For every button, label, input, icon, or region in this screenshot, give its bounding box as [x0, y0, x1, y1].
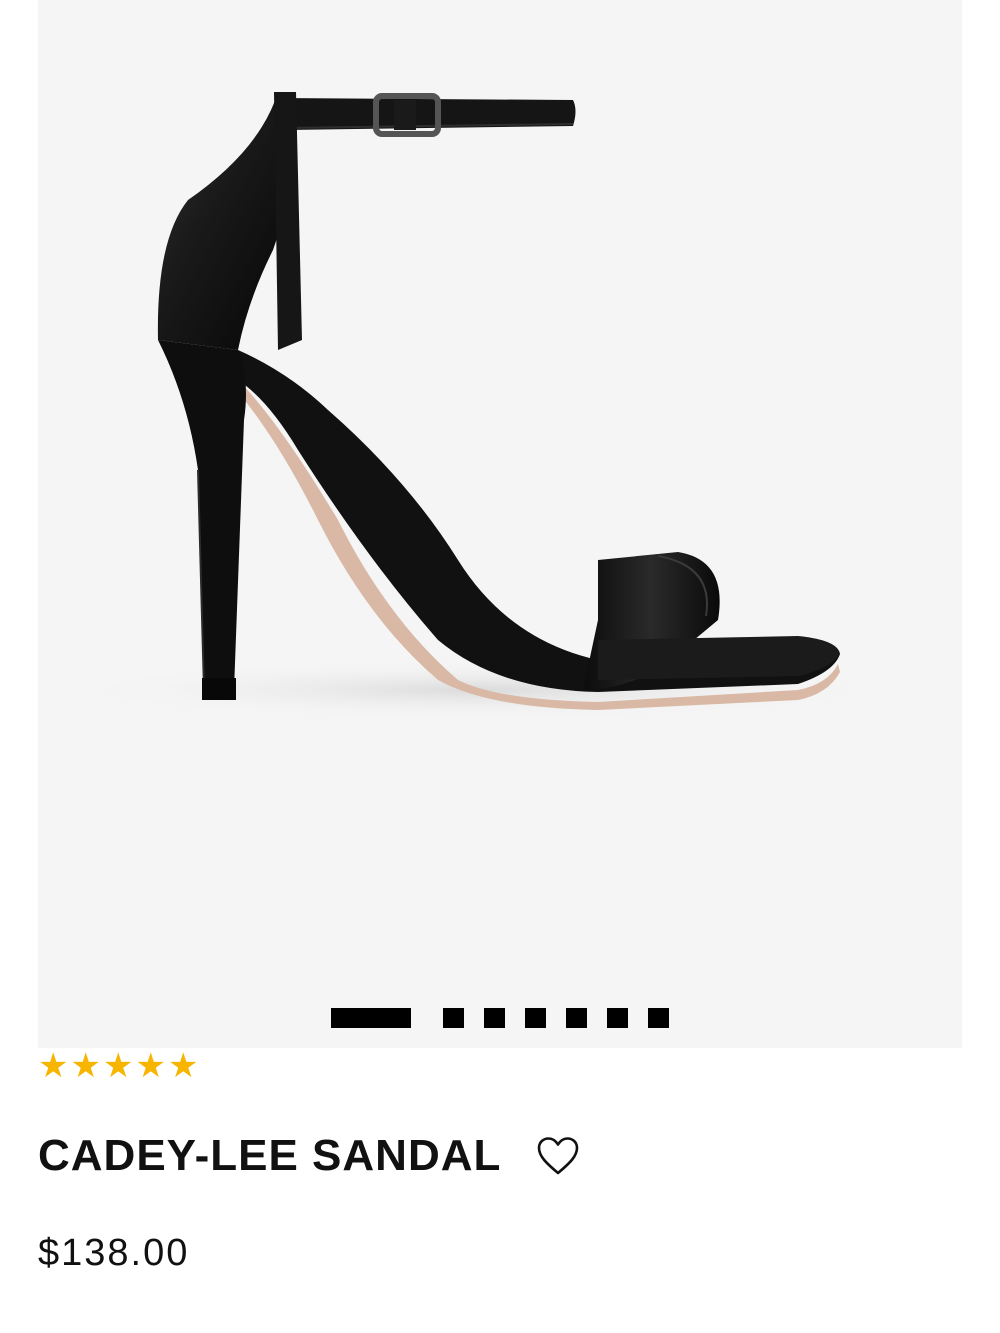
gallery-indicator-6[interactable]	[607, 1008, 628, 1028]
gallery-indicator-2[interactable]	[443, 1008, 464, 1028]
gallery-indicator-4[interactable]	[525, 1008, 546, 1028]
heart-outline-icon	[538, 1137, 579, 1175]
gallery-pager	[38, 1008, 962, 1028]
gallery-indicator-3[interactable]	[484, 1008, 505, 1028]
star-icon: ★	[102, 1046, 134, 1086]
star-icon: ★	[70, 1046, 101, 1086]
gallery-indicator-5[interactable]	[566, 1008, 587, 1028]
product-title: CADEY-LEE SANDAL	[38, 1131, 502, 1180]
star-icon: ★	[167, 1046, 199, 1086]
product-title-row: CADEY-LEE SANDAL	[38, 1126, 581, 1186]
star-icon: ★	[135, 1046, 166, 1086]
product-page: ★ ★ ★ ★ ★ CADEY-LEE SANDAL $138.00	[0, 0, 1000, 1333]
gallery-indicator-7[interactable]	[648, 1008, 669, 1028]
product-image-gallery[interactable]	[38, 0, 962, 1048]
product-image[interactable]	[38, 0, 962, 1048]
gallery-indicator-1[interactable]	[331, 1008, 411, 1028]
star-icon: ★	[38, 1046, 69, 1086]
star-rating[interactable]: ★ ★ ★ ★ ★	[38, 1048, 198, 1084]
product-price: $138.00	[38, 1232, 190, 1274]
wishlist-button[interactable]	[535, 1133, 581, 1179]
